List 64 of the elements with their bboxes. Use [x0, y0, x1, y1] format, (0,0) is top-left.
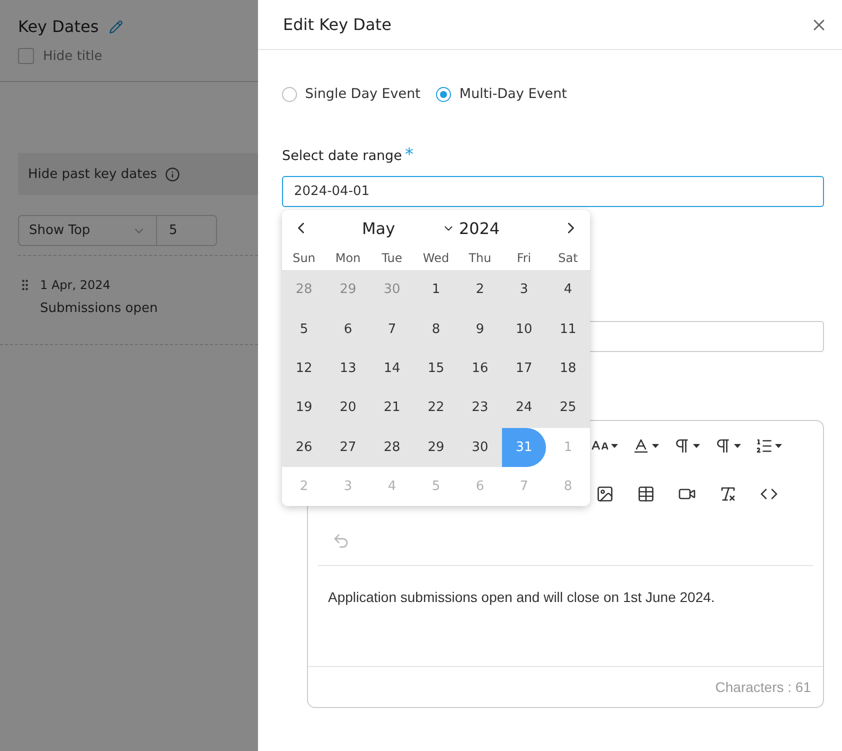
calendar-day[interactable]: 8	[414, 309, 458, 349]
edit-icon[interactable]	[108, 20, 123, 34]
calendar-day[interactable]: 20	[326, 388, 370, 428]
calendar-day[interactable]: 29	[414, 428, 458, 467]
calendar-day[interactable]: 1	[414, 270, 458, 310]
info-icon[interactable]	[164, 166, 180, 182]
image-icon[interactable]	[596, 485, 614, 503]
calendar-day[interactable]: 13	[326, 348, 370, 388]
weekday-label: Wed	[422, 250, 450, 267]
calendar-day[interactable]: 26	[282, 428, 326, 467]
month-select[interactable]: May	[362, 218, 442, 238]
count-field[interactable]: 5	[157, 215, 217, 246]
key-date-date: 1 Apr, 2024	[40, 278, 112, 292]
table-icon[interactable]	[637, 485, 655, 503]
year-label[interactable]: 2024	[459, 218, 562, 238]
calendar-day[interactable]: 18	[546, 348, 590, 388]
font-color-icon[interactable]	[632, 437, 659, 455]
calendar-day[interactable]: 27	[326, 428, 370, 467]
calendar-day[interactable]: 22	[414, 388, 458, 428]
calendar-day[interactable]: 14	[370, 348, 414, 388]
calendar-day[interactable]: 25	[546, 388, 590, 428]
weekday-label: Sun	[292, 250, 316, 267]
page-title: Key Dates	[18, 17, 99, 36]
field-label: Select date range	[282, 148, 402, 164]
calendar-day[interactable]: 11	[546, 309, 590, 349]
calendar-day[interactable]: 12	[282, 348, 326, 388]
checkbox-label: Hide title	[43, 48, 102, 64]
calendar-day[interactable]: 7	[370, 309, 414, 349]
calendar-day[interactable]: 21	[370, 388, 414, 428]
date-range-field[interactable]: 2024-04-01	[282, 176, 824, 207]
required-mark: *	[404, 148, 414, 162]
calendar-day[interactable]: 23	[458, 388, 502, 428]
weekday-label: Fri	[516, 250, 532, 267]
event-type-radio[interactable]: Multi-Day Event	[436, 86, 567, 102]
calendar-day[interactable]: 15	[414, 348, 458, 388]
paragraph-style-icon[interactable]	[673, 437, 700, 455]
calendar-day[interactable]: 10	[502, 309, 546, 349]
calendar-day[interactable]: 4	[546, 270, 590, 310]
calendar-day[interactable]: 6	[326, 309, 370, 349]
weekday-label: Sat	[557, 250, 579, 267]
calendar-day[interactable]: 28	[370, 428, 414, 467]
show-top-select[interactable]: Show Top	[18, 215, 157, 246]
drawer-title: Edit Key Date	[283, 15, 392, 34]
calendar-day[interactable]: 24	[502, 388, 546, 428]
weekday-label: Thu	[468, 250, 492, 267]
calendar-day[interactable]: 2	[458, 270, 502, 310]
editor-text: Application submissions open and will close on 1st June 2024.	[328, 589, 716, 605]
paragraph-format-icon[interactable]	[714, 437, 741, 455]
calendar-day[interactable]: 3	[502, 270, 546, 310]
weekday-label: Tue	[380, 250, 404, 267]
key-date-title: Submissions open	[40, 301, 158, 316]
clear-formatting-icon[interactable]	[719, 485, 737, 503]
calendar-day[interactable]: 5	[282, 309, 326, 349]
event-type-radio[interactable]: Single Day Event	[282, 86, 420, 102]
calendar-day[interactable]: 19	[282, 388, 326, 428]
calendar-day[interactable]: 30	[458, 428, 502, 467]
weekday-label: Mon	[334, 250, 362, 267]
calendar-day[interactable]: 17	[502, 348, 546, 388]
hide-past-label: Hide past key dates	[28, 166, 157, 182]
character-count: Characters : 61	[715, 679, 811, 695]
calendar-day[interactable]: 9	[458, 309, 502, 349]
checkbox[interactable]	[18, 48, 34, 64]
ordered-list-icon[interactable]	[755, 437, 782, 455]
calendar-day[interactable]: 16	[458, 348, 502, 388]
